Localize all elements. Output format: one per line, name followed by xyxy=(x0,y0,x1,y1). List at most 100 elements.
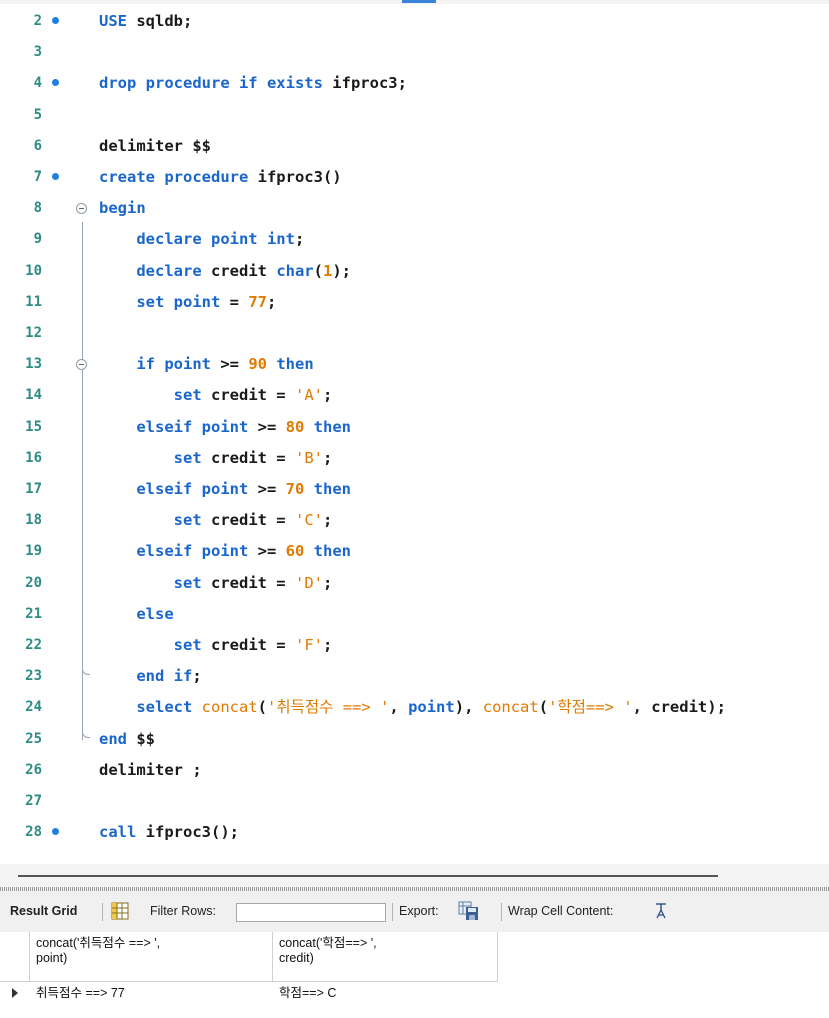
code-line[interactable]: 25 end $$ xyxy=(0,724,829,755)
code-line[interactable]: 16 set credit = 'B'; xyxy=(0,443,829,474)
code-token-plain: >= xyxy=(248,542,286,561)
horizontal-scrollbar[interactable] xyxy=(18,875,718,877)
code-token-plain: ( xyxy=(257,698,268,717)
code-text[interactable]: if point >= 90 then xyxy=(99,349,313,380)
result-cell-point[interactable]: 취득점수 ==> 77 xyxy=(30,982,273,1004)
code-text[interactable]: delimiter $$ xyxy=(99,131,211,162)
code-text[interactable]: set credit = 'F'; xyxy=(99,630,333,661)
code-line[interactable]: 20 set credit = 'D'; xyxy=(0,568,829,599)
code-token-str: 'D' xyxy=(294,573,323,592)
line-number: 25 xyxy=(25,730,42,747)
code-text[interactable]: end if; xyxy=(99,661,201,692)
code-line[interactable]: 28 call ifproc3(); xyxy=(0,817,829,848)
code-line[interactable]: 5 xyxy=(0,100,829,131)
line-number: 11 xyxy=(25,293,42,310)
code-text[interactable]: drop procedure if exists ifproc3; xyxy=(99,68,407,99)
code-line[interactable]: 14 set credit = 'A'; xyxy=(0,380,829,411)
code-text[interactable]: elseif point >= 80 then xyxy=(99,412,351,443)
code-line[interactable]: 7 create procedure ifproc3() xyxy=(0,162,829,193)
code-line[interactable]: 21 else xyxy=(0,599,829,630)
line-number: 4 xyxy=(33,75,42,92)
code-text[interactable]: elseif point >= 60 then xyxy=(99,536,351,567)
editor-result-splitter[interactable] xyxy=(0,864,829,887)
code-text[interactable]: set credit = 'C'; xyxy=(99,505,333,536)
wrap-cell-icon[interactable] xyxy=(654,891,668,932)
code-token-plain: ; xyxy=(322,386,333,405)
statement-marker-icon[interactable] xyxy=(52,79,59,87)
code-token-fn: concat xyxy=(201,698,258,717)
code-token-kw: declare xyxy=(136,261,202,280)
result-cell-credit[interactable]: 학점==> C xyxy=(273,982,498,1004)
code-text[interactable]: set credit = 'B'; xyxy=(99,443,333,474)
code-token-plain: ; xyxy=(322,573,333,592)
code-line[interactable]: 23 end if; xyxy=(0,661,829,692)
code-line[interactable]: 8 begin xyxy=(0,193,829,224)
code-line[interactable]: 26 delimiter ; xyxy=(0,755,829,786)
line-number: 27 xyxy=(25,793,42,809)
code-token-kw: elseif point xyxy=(136,480,249,498)
code-text[interactable]: set point = 77; xyxy=(99,287,276,318)
code-line[interactable]: 6 delimiter $$ xyxy=(0,131,829,162)
code-line[interactable]: 13 if point >= 90 then xyxy=(0,349,829,380)
code-line[interactable]: 17 elseif point >= 70 then xyxy=(0,474,829,505)
statement-marker-icon[interactable] xyxy=(52,17,59,24)
code-token-plain: ; xyxy=(322,448,333,467)
code-line[interactable]: 18 set credit = 'C'; xyxy=(0,505,829,536)
code-line[interactable]: 24 select concat('취득점수 ==> ', point), co… xyxy=(0,692,829,723)
export-icon[interactable] xyxy=(458,891,480,932)
code-text[interactable]: create procedure ifproc3() xyxy=(99,162,342,193)
statement-marker-icon[interactable] xyxy=(52,828,59,836)
code-line[interactable]: 19 elseif point >= 60 then xyxy=(0,536,829,567)
column-header-point[interactable]: concat('취득점수 ==> ', point) xyxy=(30,932,273,982)
code-line[interactable]: 11 set point = 77; xyxy=(0,287,829,318)
filter-rows-input[interactable] xyxy=(236,903,386,922)
code-text[interactable]: delimiter ; xyxy=(99,755,202,786)
grid-view-icon[interactable] xyxy=(111,891,129,932)
code-text[interactable]: elseif point >= 70 then xyxy=(99,474,351,505)
code-token-str: 'C' xyxy=(294,511,323,530)
statement-marker-icon[interactable] xyxy=(52,173,59,180)
code-text[interactable]: declare point int; xyxy=(99,224,304,255)
code-token-plain: delimiter $$ xyxy=(99,136,211,155)
code-token-plain: ifproc3() xyxy=(248,168,342,186)
code-token-plain: ; xyxy=(322,636,333,654)
code-line[interactable]: 12 xyxy=(0,318,829,349)
result-grid-tab[interactable]: Result Grid xyxy=(10,891,77,932)
sql-editor[interactable]: 2 USE sqldb; 3 4 drop procedure if exists if… xyxy=(0,4,829,864)
line-number: 13 xyxy=(25,356,42,373)
code-text[interactable]: end $$ xyxy=(99,724,155,755)
code-line[interactable]: 10 declare credit char(1); xyxy=(0,256,829,287)
code-token-plain: >= xyxy=(210,355,249,374)
code-text[interactable]: set credit = 'D'; xyxy=(99,568,333,599)
code-token-plain: ifproc3(); xyxy=(136,823,239,842)
code-line[interactable]: 4 drop procedure if exists ifproc3; xyxy=(0,68,829,99)
line-number: 5 xyxy=(33,106,42,123)
code-text[interactable]: set credit = 'A'; xyxy=(99,380,333,411)
code-text[interactable]: call ifproc3(); xyxy=(99,817,239,848)
code-line[interactable]: 15 elseif point >= 80 then xyxy=(0,412,829,443)
code-line[interactable]: 27 xyxy=(0,786,829,817)
code-text[interactable]: else xyxy=(99,599,174,630)
code-text[interactable]: begin xyxy=(99,193,146,224)
code-line[interactable]: 22 set credit = 'F'; xyxy=(0,630,829,661)
code-text[interactable]: USE sqldb; xyxy=(99,6,192,37)
code-line[interactable]: 3 xyxy=(0,37,829,68)
code-token-plain: >= xyxy=(248,480,286,498)
code-token-plain: >= xyxy=(248,417,286,436)
code-token-plain: delimiter ; xyxy=(99,760,202,779)
tab-indicator xyxy=(402,0,436,3)
code-line[interactable]: 2 USE sqldb; xyxy=(0,6,829,37)
code-text[interactable]: select concat('취득점수 ==> ', point), conca… xyxy=(99,692,726,723)
line-number: 23 xyxy=(25,668,42,685)
code-token-num: 70 xyxy=(285,480,305,498)
code-line[interactable]: 9 declare point int; xyxy=(0,224,829,255)
code-token-kw: else xyxy=(136,604,174,623)
column-header-credit[interactable]: concat('학점==> ', credit) xyxy=(273,932,498,982)
code-text[interactable]: declare credit char(1); xyxy=(99,256,351,287)
code-token-num: 80 xyxy=(285,417,305,436)
